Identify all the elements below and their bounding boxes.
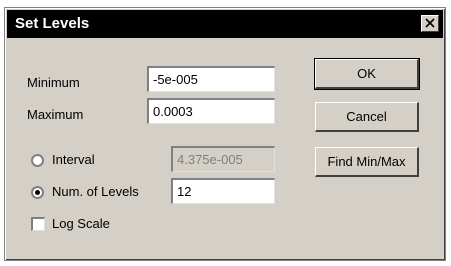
radio-selected-dot (35, 190, 40, 195)
log-scale-label: Log Scale (52, 216, 110, 231)
interval-radio[interactable] (31, 154, 44, 167)
interval-label: Interval (52, 152, 95, 167)
close-icon (425, 18, 435, 28)
maximum-label: Maximum (27, 107, 84, 122)
find-min-max-button[interactable]: Find Min/Max (315, 147, 419, 177)
minimum-label: Minimum (27, 75, 80, 90)
ok-button[interactable]: OK (314, 58, 420, 90)
title-bar: Set Levels (7, 10, 443, 38)
maximum-input[interactable]: 0.0003 (147, 98, 275, 124)
cancel-button[interactable]: Cancel (315, 102, 419, 132)
set-levels-dialog: Set Levels Minimum -5e-005 Maximum 0.000… (4, 7, 446, 261)
num-levels-radio[interactable] (31, 186, 44, 199)
close-button[interactable] (421, 15, 439, 32)
log-scale-checkbox[interactable] (31, 217, 45, 231)
interval-input: 4.375e-005 (171, 146, 275, 172)
minimum-input[interactable]: -5e-005 (147, 66, 275, 92)
num-levels-label: Num. of Levels (52, 184, 139, 199)
dialog-title: Set Levels (15, 15, 90, 32)
num-levels-input[interactable]: 12 (171, 178, 275, 204)
